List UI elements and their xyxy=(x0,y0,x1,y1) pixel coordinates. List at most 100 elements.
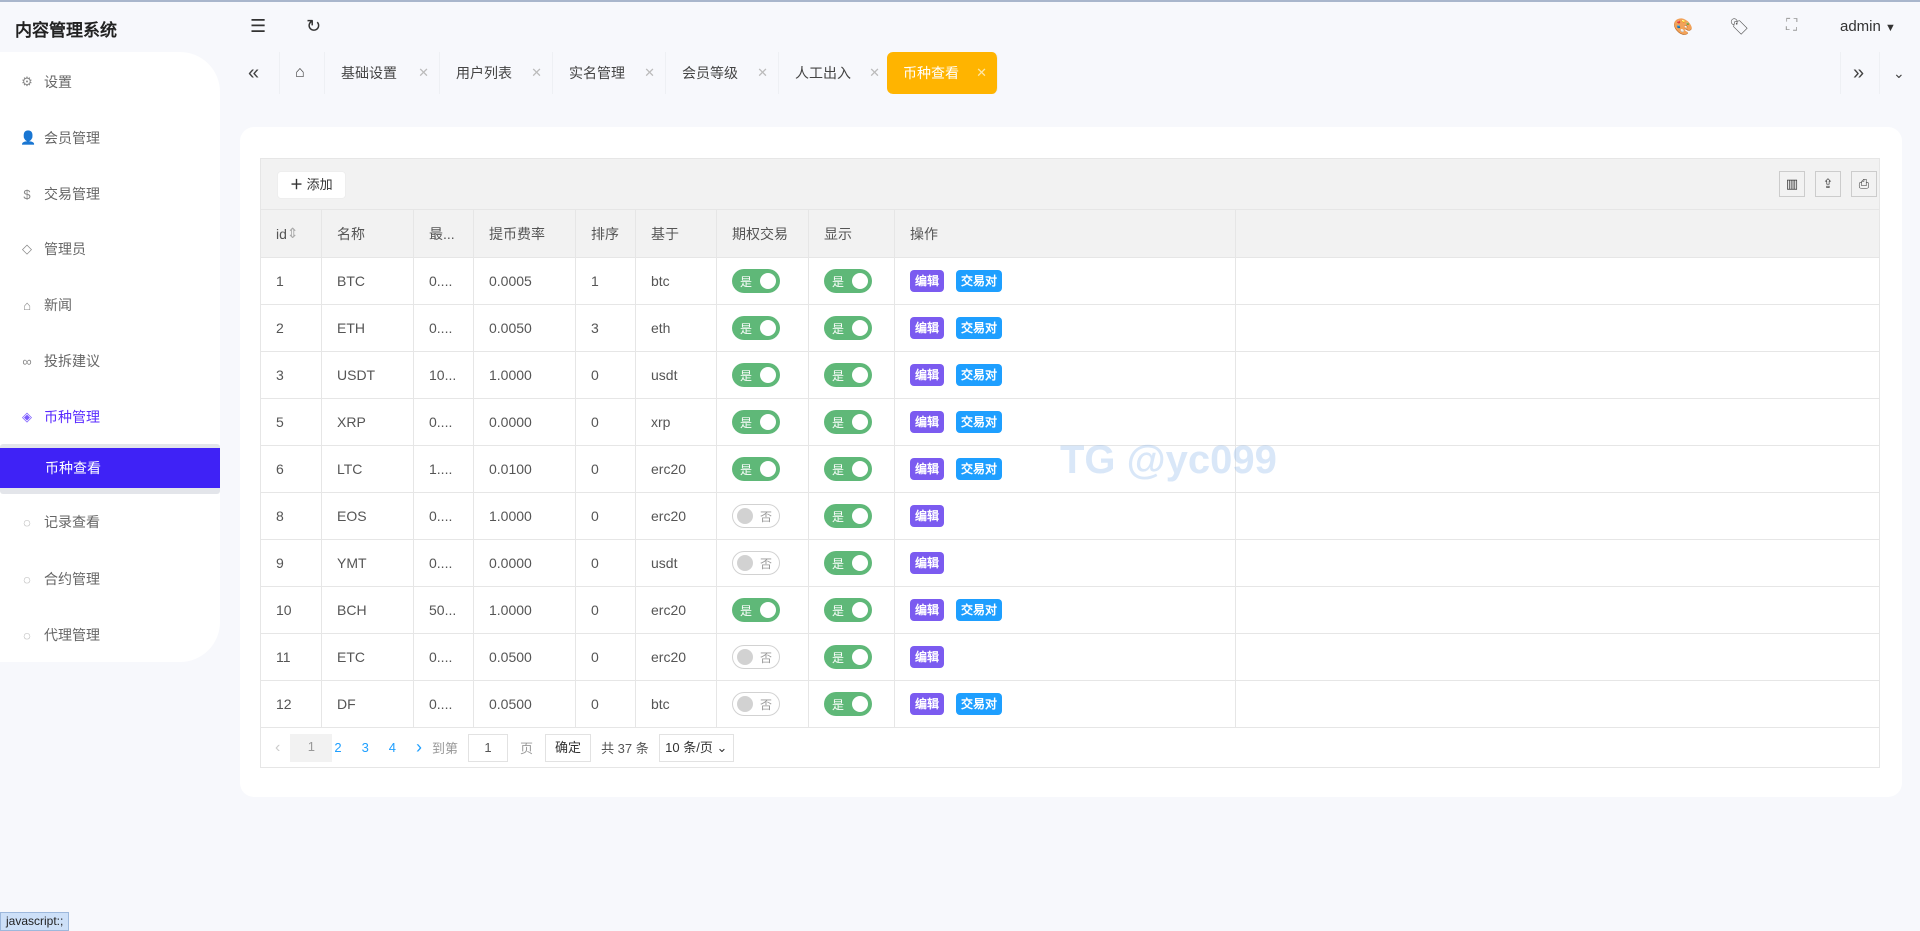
column-header[interactable]: id ⇕ xyxy=(261,210,322,257)
show-toggle[interactable]: 是 xyxy=(824,457,872,481)
cell-name: ETC xyxy=(322,634,414,680)
edit-button[interactable]: 编辑 xyxy=(910,317,945,339)
sidebar-item-settings[interactable]: ⚙ 设置 xyxy=(20,72,72,92)
cell-show: 是 xyxy=(809,634,895,680)
sidebar-item-news[interactable]: ⌂ 新闻 xyxy=(20,295,72,315)
edit-button[interactable]: 编辑 xyxy=(910,364,945,386)
home-icon[interactable]: ⌂ xyxy=(280,52,325,94)
tab-manual-io[interactable]: 人工出入 ✕ xyxy=(779,52,891,94)
top-bar: 内容管理系统 ☰ ↻ 🎨 🏷 ⛶ admin ▼ xyxy=(0,2,1920,52)
show-toggle[interactable]: 是 xyxy=(824,692,872,716)
show-toggle[interactable]: 是 xyxy=(824,551,872,575)
prev-page-icon[interactable]: ‹ xyxy=(275,739,280,757)
close-icon[interactable]: ✕ xyxy=(976,52,987,94)
sort-icon[interactable]: ⇕ xyxy=(287,225,299,242)
sidebar-item-trades[interactable]: $ 交易管理 xyxy=(20,184,100,204)
edit-button[interactable]: 编辑 xyxy=(910,646,945,668)
fullscreen-icon[interactable]: ⛶ xyxy=(1786,17,1797,35)
show-toggle[interactable]: 是 xyxy=(824,269,872,293)
sidebar-item-records[interactable]: ◌ 记录查看 xyxy=(20,512,100,532)
option-trade-toggle[interactable]: 否 xyxy=(732,504,780,528)
tab-basic-settings[interactable]: 基础设置 ✕ xyxy=(325,52,440,94)
confirm-button[interactable]: 确定 xyxy=(545,733,592,762)
option-trade-toggle[interactable]: 是 xyxy=(732,410,780,434)
cell-sort: 0 xyxy=(576,352,636,398)
refresh-icon[interactable]: ↻ xyxy=(306,16,321,37)
close-icon[interactable]: ✕ xyxy=(531,52,542,94)
option-trade-toggle[interactable]: 是 xyxy=(732,363,780,387)
tabs-scroll-left-icon[interactable]: « xyxy=(240,52,280,94)
add-button[interactable]: ＋ 添加 xyxy=(277,171,346,199)
chevron-down-icon[interactable]: ⌄ xyxy=(1880,52,1920,94)
trade-pair-button[interactable]: 交易对 xyxy=(956,458,1003,480)
tab-member-levels[interactable]: 会员等级 ✕ xyxy=(666,52,779,94)
sidebar-subitem-currency-view[interactable]: 币种查看 xyxy=(0,448,220,488)
edit-button[interactable]: 编辑 xyxy=(910,693,945,715)
page-2[interactable]: 2 xyxy=(334,740,341,755)
cell-min: 0.... xyxy=(414,493,474,539)
table-toolbar: ＋ 添加 ▥ ⇪ ⎙ xyxy=(261,159,1879,210)
trade-pair-button[interactable]: 交易对 xyxy=(956,599,1003,621)
edit-button[interactable]: 编辑 xyxy=(910,270,945,292)
cell-show: 是 xyxy=(809,493,895,539)
option-trade-toggle[interactable]: 是 xyxy=(732,269,780,293)
cell-name: LTC xyxy=(322,446,414,492)
trade-pair-button[interactable]: 交易对 xyxy=(956,693,1003,715)
trade-pair-button[interactable]: 交易对 xyxy=(956,411,1003,433)
tab-currency-view[interactable]: 币种查看 ✕ xyxy=(887,52,998,94)
sidebar-item-admins[interactable]: ◇ 管理员 xyxy=(20,239,86,259)
edit-button[interactable]: 编辑 xyxy=(910,458,945,480)
sidebar-item-agents[interactable]: ◌ 代理管理 xyxy=(20,625,100,645)
edit-button[interactable]: 编辑 xyxy=(910,552,945,574)
option-trade-toggle[interactable]: 否 xyxy=(732,645,780,669)
show-toggle[interactable]: 是 xyxy=(824,598,872,622)
trade-pair-button[interactable]: 交易对 xyxy=(956,317,1003,339)
show-toggle[interactable]: 是 xyxy=(824,645,872,669)
show-toggle[interactable]: 是 xyxy=(824,363,872,387)
show-toggle[interactable]: 是 xyxy=(824,316,872,340)
option-trade-toggle[interactable]: 是 xyxy=(732,598,780,622)
user-menu[interactable]: admin ▼ xyxy=(1840,18,1896,35)
show-toggle[interactable]: 是 xyxy=(824,410,872,434)
option-trade-toggle[interactable]: 是 xyxy=(732,316,780,340)
sidebar-item-members[interactable]: 👤 会员管理 xyxy=(20,128,100,148)
sidebar-item-contracts[interactable]: ◌ 合约管理 xyxy=(20,569,100,589)
palette-icon[interactable]: 🎨 xyxy=(1673,17,1693,37)
close-icon[interactable]: ✕ xyxy=(757,52,768,94)
close-icon[interactable]: ✕ xyxy=(869,52,880,94)
option-trade-toggle[interactable]: 是 xyxy=(732,457,780,481)
edit-button[interactable]: 编辑 xyxy=(910,411,945,433)
tab-user-list[interactable]: 用户列表 ✕ xyxy=(440,52,553,94)
page-4[interactable]: 4 xyxy=(389,740,396,755)
close-icon[interactable]: ✕ xyxy=(418,52,429,94)
sidebar-item-currency[interactable]: ◈ 币种管理 xyxy=(20,407,100,427)
tab-real-name[interactable]: 实名管理 ✕ xyxy=(553,52,666,94)
cell-base: erc20 xyxy=(636,493,717,539)
close-icon[interactable]: ✕ xyxy=(644,52,655,94)
tag-icon[interactable]: 🏷 xyxy=(1729,17,1749,37)
cell-actions: 编辑 交易对 xyxy=(895,305,1236,351)
page-input[interactable]: 1 xyxy=(468,733,509,762)
show-toggle[interactable]: 是 xyxy=(824,504,872,528)
total-count: 共 37 条 xyxy=(601,741,649,756)
next-page-icon[interactable]: › xyxy=(416,737,422,758)
page-3[interactable]: 3 xyxy=(362,740,369,755)
option-trade-toggle[interactable]: 否 xyxy=(732,551,780,575)
tabs-scroll-right-icon[interactable]: » xyxy=(1840,52,1880,94)
columns-filter-icon[interactable]: ▥ xyxy=(1779,171,1805,197)
edit-button[interactable]: 编辑 xyxy=(910,599,945,621)
page-unit-label: 页 xyxy=(520,741,534,756)
cell-sort: 0 xyxy=(576,399,636,445)
menu-collapse-icon[interactable]: ☰ xyxy=(250,16,266,37)
page-size-select[interactable]: 10 条/页 ⌄ xyxy=(658,733,734,762)
toggle-label: 是 xyxy=(740,322,753,336)
print-icon[interactable]: ⎙ xyxy=(1851,171,1877,197)
option-trade-toggle[interactable]: 否 xyxy=(732,692,780,716)
gear-icon: ⚙ xyxy=(21,74,33,89)
trade-pair-button[interactable]: 交易对 xyxy=(956,364,1003,386)
page-1[interactable]: 1 xyxy=(290,733,333,762)
trade-pair-button[interactable]: 交易对 xyxy=(956,270,1003,292)
edit-button[interactable]: 编辑 xyxy=(910,505,945,527)
export-icon[interactable]: ⇪ xyxy=(1815,171,1841,197)
sidebar-item-feedback[interactable]: ∞ 投拆建议 xyxy=(20,351,100,371)
